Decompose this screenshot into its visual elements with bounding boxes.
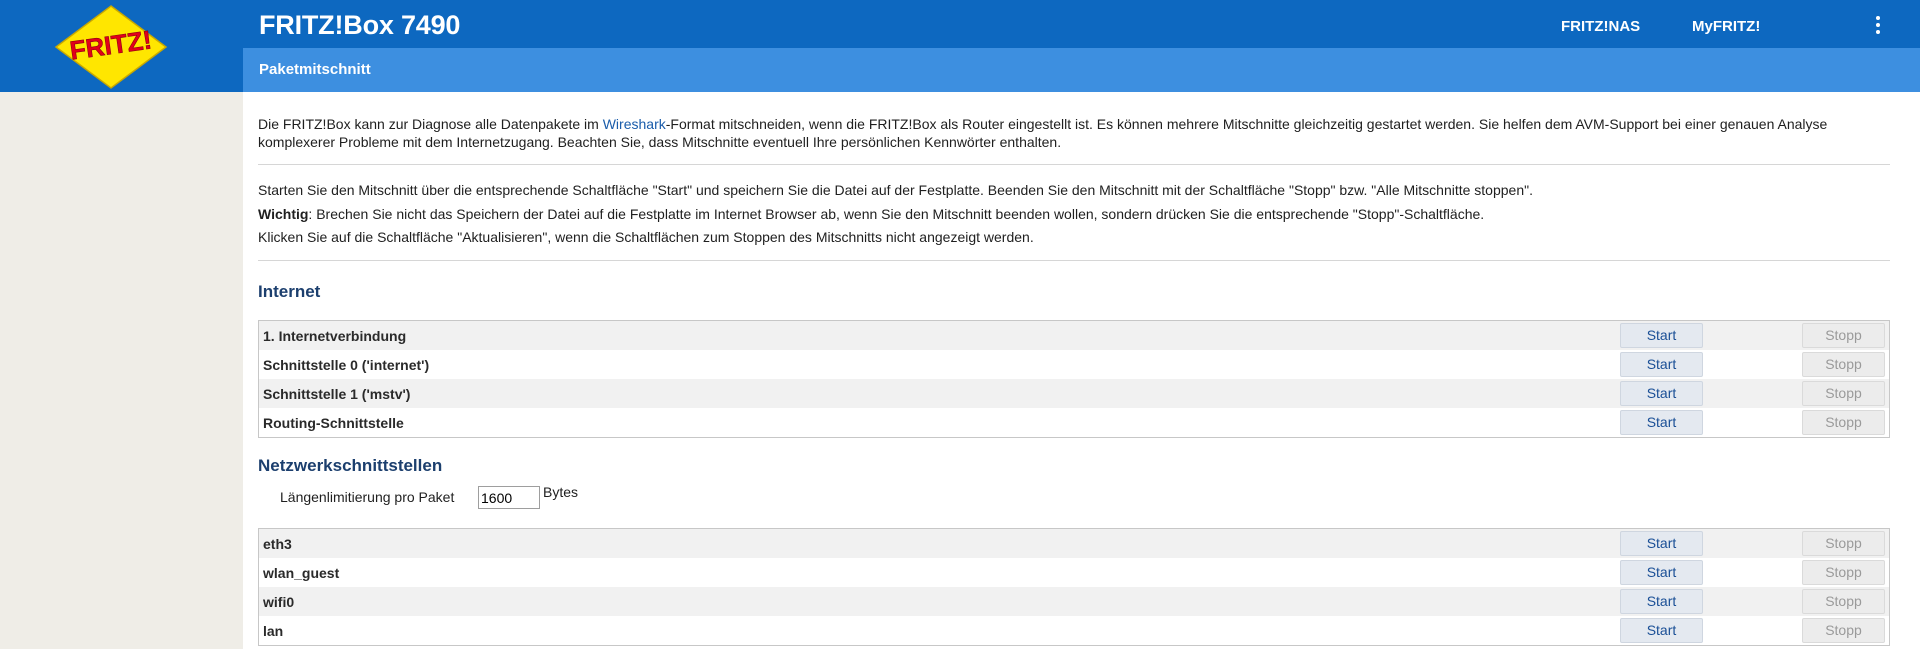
table-row: Routing-Schnittstelle Start Stopp: [259, 408, 1889, 437]
network-interfaces-heading: Netzwerkschnittstellen: [258, 456, 443, 475]
table-row: Schnittstelle 0 ('internet') Start Stopp: [259, 350, 1889, 379]
fritz-nas-link[interactable]: FRITZ!NAS: [1561, 18, 1640, 35]
table-row: wlan_guest Start Stopp: [259, 558, 1889, 587]
stopp-button[interactable]: Stopp: [1802, 560, 1885, 585]
length-limit-label: Längenlimitierung pro Paket: [280, 489, 455, 505]
row-label: Routing-Schnittstelle: [263, 415, 404, 431]
stopp-button[interactable]: Stopp: [1802, 618, 1885, 643]
important-text: : Brechen Sie nicht das Speichern der Da…: [308, 206, 1485, 222]
important-label: Wichtig: [258, 206, 309, 222]
table-row: 1. Internetverbindung Start Stopp: [259, 321, 1889, 350]
intro-text: Die FRITZ!Box kann zur Diagnose alle Dat…: [258, 115, 1898, 151]
instruction-line-1: Starten Sie den Mitschnitt über die ents…: [258, 182, 1533, 198]
stopp-button[interactable]: Stopp: [1802, 352, 1885, 377]
divider: [258, 164, 1890, 165]
myfritz-link[interactable]: MyFRITZ!: [1692, 18, 1760, 35]
stopp-button[interactable]: Stopp: [1802, 589, 1885, 614]
row-label: lan: [263, 623, 284, 639]
section-heading: Paketmitschnitt: [259, 61, 371, 78]
network-interfaces-table: eth3 Start Stopp wlan_guest Start Stopp …: [258, 528, 1890, 646]
start-button[interactable]: Start: [1620, 352, 1703, 377]
row-label: eth3: [263, 536, 292, 552]
table-row: Schnittstelle 1 ('mstv') Start Stopp: [259, 379, 1889, 408]
internet-table: 1. Internetverbindung Start Stopp Schnit…: [258, 320, 1890, 438]
row-label: wlan_guest: [263, 565, 340, 581]
start-button[interactable]: Start: [1620, 381, 1703, 406]
more-menu-icon[interactable]: [1873, 16, 1883, 38]
row-label: Schnittstelle 0 ('internet'): [263, 357, 430, 373]
table-row: lan Start Stopp: [259, 616, 1889, 645]
stopp-button[interactable]: Stopp: [1802, 323, 1885, 348]
page-title: FRITZ!Box 7490: [259, 10, 461, 40]
start-button[interactable]: Start: [1620, 323, 1703, 348]
intro-text-start: Die FRITZ!Box kann zur Diagnose alle Dat…: [258, 116, 603, 132]
internet-heading: Internet: [258, 282, 321, 301]
stopp-button[interactable]: Stopp: [1802, 381, 1885, 406]
start-button[interactable]: Start: [1620, 531, 1703, 556]
row-label: 1. Internetverbindung: [263, 328, 407, 344]
row-label: Schnittstelle 1 ('mstv'): [263, 386, 411, 402]
stopp-button[interactable]: Stopp: [1802, 531, 1885, 556]
table-row: wifi0 Start Stopp: [259, 587, 1889, 616]
start-button[interactable]: Start: [1620, 589, 1703, 614]
main-content: Die FRITZ!Box kann zur Diagnose alle Dat…: [243, 92, 1920, 649]
length-limit-input[interactable]: [478, 486, 540, 509]
length-unit-label: Bytes: [543, 484, 579, 500]
start-button[interactable]: Start: [1620, 560, 1703, 585]
wireshark-link[interactable]: Wireshark: [603, 116, 666, 132]
table-row: eth3 Start Stopp: [259, 529, 1889, 558]
instruction-line-3: Klicken Sie auf die Schaltfläche "Aktual…: [258, 229, 1034, 245]
start-button[interactable]: Start: [1620, 618, 1703, 643]
row-label: wifi0: [263, 594, 295, 610]
sub-header: Paketmitschnitt: [243, 48, 1920, 92]
start-button[interactable]: Start: [1620, 410, 1703, 435]
fritz-logo[interactable]: FRITZ!: [54, 4, 168, 90]
instruction-line-2: Wichtig: Brechen Sie nicht das Speichern…: [258, 205, 1484, 223]
divider: [258, 260, 1890, 261]
stopp-button[interactable]: Stopp: [1802, 410, 1885, 435]
